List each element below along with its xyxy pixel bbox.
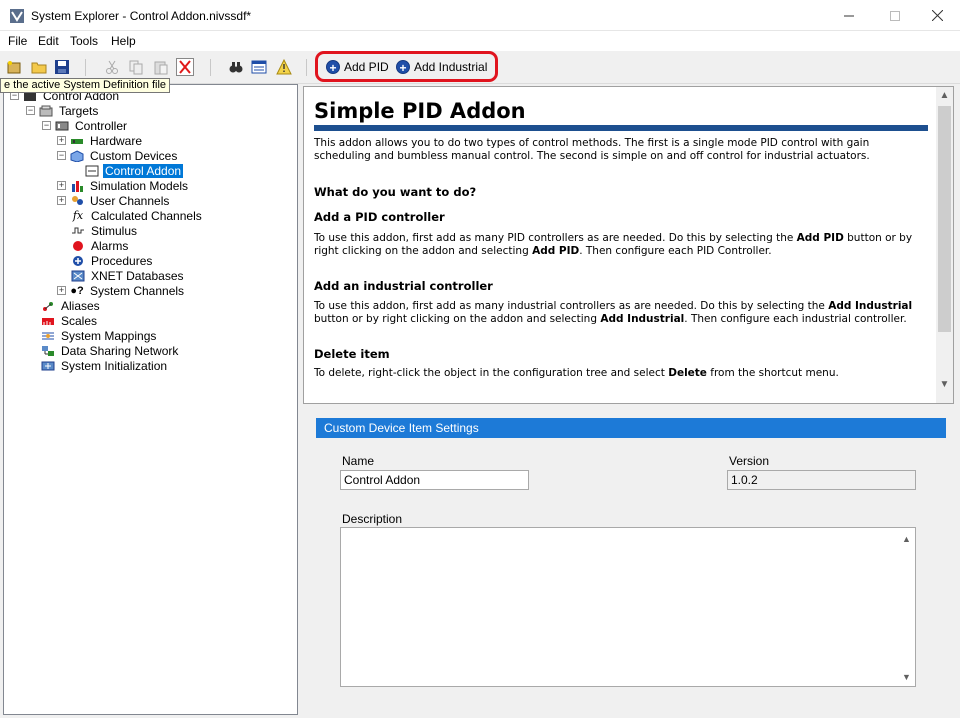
hardware-icon <box>69 134 85 148</box>
menu-file[interactable]: File <box>8 34 27 48</box>
description-field[interactable]: ▲ ▼ <box>340 527 916 687</box>
doc-title: Simple PID Addon <box>314 99 526 123</box>
user-channels-icon <box>69 194 85 208</box>
scroll-down-icon[interactable]: ▼ <box>900 672 913 682</box>
doc-intro: This addon allows you to do two types of… <box>314 137 870 162</box>
procedures-icon <box>70 254 86 268</box>
find-icon[interactable] <box>227 58 245 76</box>
tree-item[interactable]: Alarms <box>70 238 130 253</box>
tree-item[interactable]: Procedures <box>70 253 154 268</box>
paste-icon[interactable] <box>152 58 170 76</box>
scroll-up-icon[interactable]: ▲ <box>936 87 953 104</box>
close-button[interactable] <box>914 0 960 31</box>
version-label: Version <box>729 454 770 468</box>
tree-item[interactable]: + Hardware <box>57 133 144 148</box>
tree-item[interactable]: System Initialization <box>40 358 169 373</box>
cut-icon[interactable] <box>103 58 121 76</box>
collapse-icon[interactable]: − <box>26 106 35 115</box>
window-title: System Explorer - Control Addon.nivssdf* <box>31 9 252 23</box>
system-explorer-icon <box>9 8 25 24</box>
doc-pid-heading: Add a PID controller <box>314 210 445 224</box>
expand-icon[interactable]: + <box>57 136 66 145</box>
settings-header: Custom Device Item Settings <box>316 418 946 438</box>
description-label: Description <box>342 512 403 526</box>
doc-question: What do you want to do? <box>314 185 477 199</box>
controller-icon <box>54 119 70 133</box>
collapse-icon[interactable]: − <box>42 121 51 130</box>
tree-item[interactable]: + User Channels <box>57 193 171 208</box>
minimize-button[interactable] <box>826 0 872 31</box>
doc-scrollbar[interactable]: ▲ ▼ <box>936 87 953 403</box>
system-mappings-icon <box>40 329 56 343</box>
add-icon: + <box>326 60 340 75</box>
tree-item[interactable]: fx Calculated Channels <box>70 208 204 223</box>
xnet-icon <box>70 269 86 283</box>
tree-item[interactable]: Data Sharing Network <box>40 343 180 358</box>
stimulus-icon <box>70 224 86 238</box>
title-bar: System Explorer - Control Addon.nivssdf* <box>0 0 960 31</box>
tree-item[interactable]: Scales <box>40 313 99 328</box>
tree-item[interactable]: XNET Databases <box>70 268 186 283</box>
description-scrollbar[interactable]: ▲ ▼ <box>900 528 913 686</box>
aliases-icon <box>40 299 56 313</box>
scrollbar-thumb[interactable] <box>938 106 951 332</box>
targets-icon <box>38 104 54 118</box>
menu-bar: File Edit Tools Help <box>0 31 960 51</box>
simulation-models-icon <box>69 179 85 193</box>
tree-item[interactable]: + ●? System Channels <box>57 283 186 298</box>
tree-item[interactable]: − Controller <box>42 118 129 133</box>
tree-item[interactable]: Aliases <box>40 298 102 313</box>
data-sharing-icon <box>40 344 56 358</box>
save-icon[interactable] <box>53 58 71 76</box>
scroll-down-icon[interactable]: ▼ <box>936 376 953 393</box>
menu-help[interactable]: Help <box>111 34 136 48</box>
name-field[interactable]: Control Addon <box>340 470 529 490</box>
toolbar-tooltip: e the active System Definition file <box>0 78 171 93</box>
delete-icon[interactable] <box>176 58 194 76</box>
custom-device-icon <box>84 164 100 178</box>
collapse-icon[interactable]: − <box>57 151 66 160</box>
scroll-up-icon[interactable]: ▲ <box>900 534 913 544</box>
alarms-icon <box>70 239 86 253</box>
doc-delete-text: To delete, right-click the object in the… <box>314 367 839 379</box>
scales-icon <box>40 314 56 328</box>
version-field: 1.0.2 <box>727 470 916 490</box>
doc-industrial-heading: Add an industrial controller <box>314 279 493 293</box>
open-folder-icon[interactable] <box>30 58 48 76</box>
doc-delete-heading: Delete item <box>314 347 390 361</box>
calculated-channels-icon: fx <box>72 209 84 222</box>
tree-item-selected[interactable]: Control Addon <box>84 163 184 178</box>
doc-industrial-text: To use this addon, first add as many ind… <box>314 300 913 325</box>
addon-documentation: Simple PID Addon This addon allows you t… <box>303 86 954 404</box>
tree-item[interactable]: Stimulus <box>70 223 139 238</box>
add-pid-button[interactable]: + Add PID <box>326 58 389 76</box>
menu-tools[interactable]: Tools <box>70 34 98 48</box>
expand-icon[interactable]: + <box>57 181 66 190</box>
custom-devices-icon <box>69 149 85 163</box>
copy-icon[interactable] <box>127 58 145 76</box>
add-industrial-button[interactable]: + Add Industrial <box>396 58 487 76</box>
add-icon: + <box>396 60 410 75</box>
system-init-icon <box>40 359 56 373</box>
tree-item[interactable]: − Custom Devices <box>57 148 179 163</box>
expand-icon[interactable]: + <box>57 286 66 295</box>
tree-item[interactable]: + Simulation Models <box>57 178 190 193</box>
system-channels-icon: ●? <box>70 284 84 297</box>
new-icon[interactable] <box>5 58 23 76</box>
doc-title-rule <box>314 125 928 131</box>
expand-icon[interactable]: + <box>57 196 66 205</box>
properties-icon[interactable] <box>250 58 268 76</box>
menu-edit[interactable]: Edit <box>38 34 59 48</box>
tree-item[interactable]: System Mappings <box>40 328 158 343</box>
doc-pid-text: To use this addon, first add as many PID… <box>314 232 913 257</box>
name-label: Name <box>342 454 375 468</box>
warning-icon[interactable] <box>275 58 293 76</box>
tree-item[interactable]: − Targets <box>26 103 100 118</box>
maximize-button[interactable] <box>872 0 918 31</box>
system-definition-tree[interactable]: − Control Addon − Targets − Controller +… <box>3 84 298 715</box>
